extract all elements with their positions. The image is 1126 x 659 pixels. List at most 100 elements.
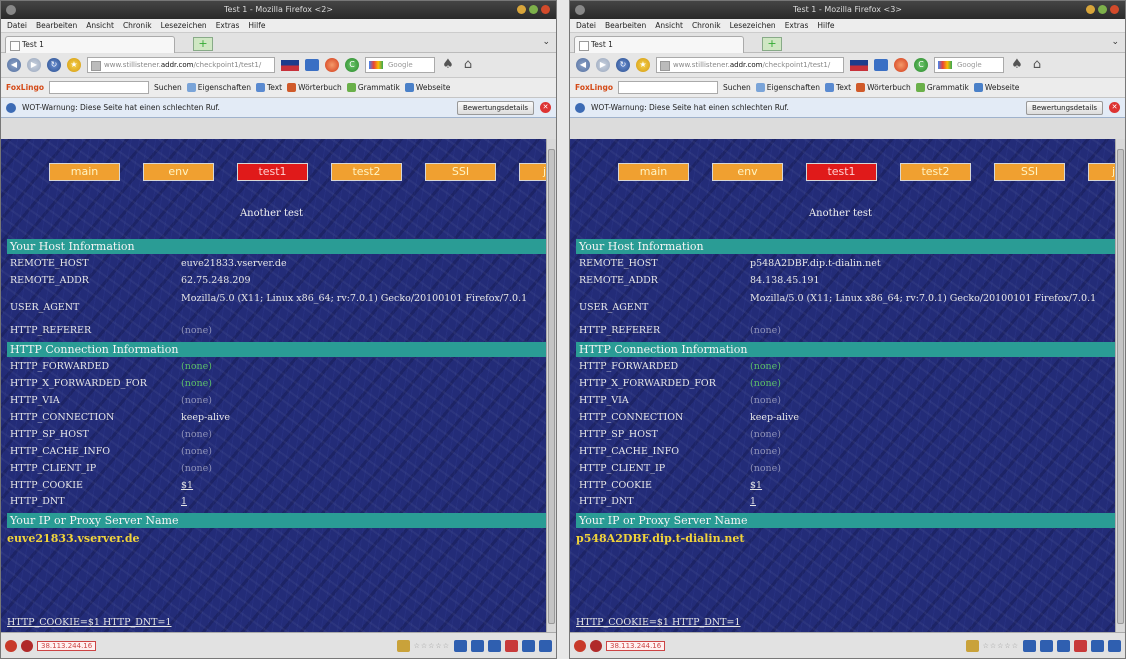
- foxlingo-input[interactable]: [49, 81, 150, 94]
- nav-test2[interactable]: test2: [331, 163, 402, 181]
- menu-extras[interactable]: Extras: [216, 21, 240, 30]
- foxlingo-grammatik-button[interactable]: Grammatik: [915, 83, 969, 92]
- status-tool-icon[interactable]: [1091, 639, 1104, 652]
- flag-icon[interactable]: [850, 59, 868, 71]
- search-input[interactable]: Google: [365, 57, 435, 73]
- wot-details-button[interactable]: Bewertungsdetails: [456, 101, 534, 115]
- addon-stop-icon[interactable]: [325, 58, 339, 72]
- flag-icon[interactable]: [281, 59, 299, 71]
- rating-stars-icon[interactable]: ☆☆☆☆☆: [414, 642, 450, 650]
- menu-ansicht[interactable]: Ansicht: [655, 21, 683, 30]
- status-tool-icon[interactable]: [1040, 639, 1053, 652]
- status-tool-icon[interactable]: [539, 639, 552, 652]
- nav-ssi[interactable]: SSI: [994, 163, 1065, 181]
- row-value-link[interactable]: 1: [181, 496, 546, 507]
- row-value-link[interactable]: $1: [750, 480, 1115, 491]
- row-value-link[interactable]: $1: [181, 480, 546, 491]
- home-icon[interactable]: ⌂: [1030, 58, 1044, 72]
- new-tab-button[interactable]: +: [762, 37, 782, 51]
- foxlingo-woerterbuch-button[interactable]: Wörterbuch: [287, 83, 342, 92]
- reload-icon[interactable]: ↻: [47, 58, 61, 72]
- tab-test1[interactable]: Test 1: [5, 36, 175, 53]
- menu-ansicht[interactable]: Ansicht: [86, 21, 114, 30]
- menu-hilfe[interactable]: Hilfe: [248, 21, 265, 30]
- nav-test2[interactable]: test2: [900, 163, 971, 181]
- status-s-icon[interactable]: [965, 639, 979, 652]
- menu-lesezeichen[interactable]: Lesezeichen: [730, 21, 776, 30]
- back-arrow-icon[interactable]: ◀: [7, 58, 21, 72]
- addon-icon[interactable]: [305, 59, 319, 71]
- status-s-icon[interactable]: [396, 639, 410, 652]
- nav-test1[interactable]: test1: [237, 163, 308, 181]
- row-value-link[interactable]: 1: [750, 496, 1115, 507]
- foxlingo-brand[interactable]: FoxLingo: [575, 83, 613, 92]
- cookie-link[interactable]: HTTP_COOKIE=$1 HTTP_DNT=1: [7, 617, 172, 628]
- status-tool-icon[interactable]: [1108, 639, 1121, 652]
- scrollbar-thumb[interactable]: [1117, 149, 1124, 624]
- new-tab-button[interactable]: +: [193, 37, 213, 51]
- foxlingo-suchen-button[interactable]: Suchen: [154, 83, 182, 92]
- url-input[interactable]: www.stillistener.addr.com/checkpoint1/te…: [87, 57, 275, 73]
- addon-green-icon[interactable]: C: [914, 58, 928, 72]
- nav-env[interactable]: env: [712, 163, 783, 181]
- nav-ssi[interactable]: SSI: [425, 163, 496, 181]
- status-addon-icon[interactable]: [574, 639, 586, 652]
- menu-datei[interactable]: Datei: [7, 21, 27, 30]
- status-tool-icon[interactable]: [1074, 639, 1087, 652]
- reload-icon[interactable]: ↻: [616, 58, 630, 72]
- bookmark-star-icon[interactable]: ★: [67, 58, 81, 72]
- foxlingo-eigenschaften-button[interactable]: Eigenschaften: [755, 83, 820, 92]
- status-addon-icon[interactable]: [5, 639, 17, 652]
- forward-arrow-icon[interactable]: ▶: [596, 58, 610, 72]
- nav-main[interactable]: main: [618, 163, 689, 181]
- scrollbar-thumb[interactable]: [548, 149, 555, 624]
- menu-bearbeiten[interactable]: Bearbeiten: [605, 21, 646, 30]
- status-tool-icon[interactable]: [471, 639, 484, 652]
- nav-main[interactable]: main: [49, 163, 120, 181]
- cookie-link[interactable]: HTTP_COOKIE=$1 HTTP_DNT=1: [576, 617, 741, 628]
- close-window-icon[interactable]: [541, 5, 550, 14]
- status-tool-icon[interactable]: [488, 639, 501, 652]
- status-stop-icon[interactable]: [590, 639, 602, 652]
- addon-stop-icon[interactable]: [894, 58, 908, 72]
- scrollbar[interactable]: [546, 139, 556, 634]
- foxlingo-webseite-button[interactable]: Webseite: [404, 83, 450, 92]
- foxlingo-grammatik-button[interactable]: Grammatik: [346, 83, 400, 92]
- scrollbar[interactable]: [1115, 139, 1125, 634]
- foxlingo-suchen-button[interactable]: Suchen: [723, 83, 751, 92]
- status-tool-icon[interactable]: [505, 639, 518, 652]
- nav-env[interactable]: env: [143, 163, 214, 181]
- foxlingo-input[interactable]: [618, 81, 719, 94]
- status-tool-icon[interactable]: [454, 639, 467, 652]
- menu-datei[interactable]: Datei: [576, 21, 596, 30]
- menu-extras[interactable]: Extras: [785, 21, 809, 30]
- foxlingo-brand[interactable]: FoxLingo: [6, 83, 44, 92]
- close-window-icon[interactable]: [1110, 5, 1119, 14]
- home-icon[interactable]: ⌂: [461, 58, 475, 72]
- binoculars-icon[interactable]: ♠: [441, 58, 455, 72]
- maximize-icon[interactable]: [1098, 5, 1107, 14]
- foxlingo-text-button[interactable]: Text: [255, 83, 282, 92]
- foxlingo-text-button[interactable]: Text: [824, 83, 851, 92]
- addon-green-icon[interactable]: C: [345, 58, 359, 72]
- tab-test1[interactable]: Test 1: [574, 36, 744, 53]
- menu-hilfe[interactable]: Hilfe: [817, 21, 834, 30]
- status-tool-icon[interactable]: [1023, 639, 1036, 652]
- status-tool-icon[interactable]: [522, 639, 535, 652]
- close-icon[interactable]: ✕: [540, 102, 551, 113]
- minimize-icon[interactable]: [517, 5, 526, 14]
- status-stop-icon[interactable]: [21, 639, 33, 652]
- minimize-icon[interactable]: [1086, 5, 1095, 14]
- search-input[interactable]: Google: [934, 57, 1004, 73]
- wot-details-button[interactable]: Bewertungsdetails: [1025, 101, 1103, 115]
- url-input[interactable]: www.stillistener.addr.com/checkpoint1/te…: [656, 57, 844, 73]
- foxlingo-eigenschaften-button[interactable]: Eigenschaften: [186, 83, 251, 92]
- back-arrow-icon[interactable]: ◀: [576, 58, 590, 72]
- foxlingo-woerterbuch-button[interactable]: Wörterbuch: [856, 83, 911, 92]
- bookmark-star-icon[interactable]: ★: [636, 58, 650, 72]
- menu-lesezeichen[interactable]: Lesezeichen: [161, 21, 207, 30]
- menu-bearbeiten[interactable]: Bearbeiten: [36, 21, 77, 30]
- binoculars-icon[interactable]: ♠: [1010, 58, 1024, 72]
- forward-arrow-icon[interactable]: ▶: [27, 58, 41, 72]
- tab-list-chevron-icon[interactable]: ⌄: [542, 37, 550, 47]
